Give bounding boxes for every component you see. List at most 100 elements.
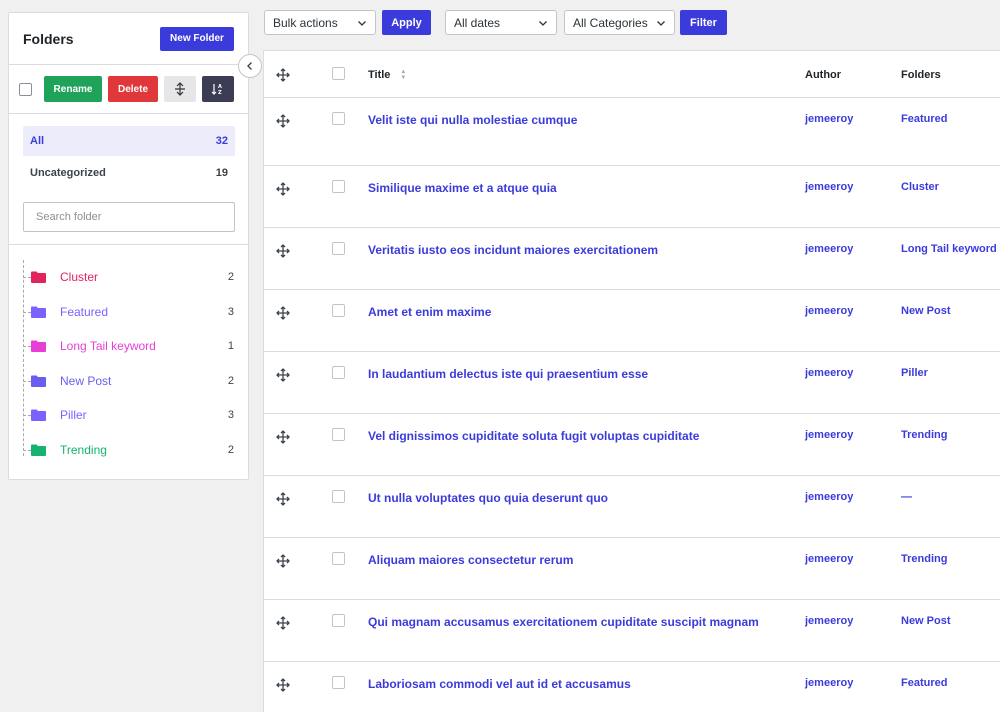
title-column-header[interactable]: Title ▲ ▼ <box>368 51 406 98</box>
sidebar-divider <box>9 244 248 245</box>
post-author-link[interactable]: jemeeroy <box>805 305 853 317</box>
apply-button[interactable]: Apply <box>382 10 431 35</box>
collapse-sidebar-button[interactable] <box>238 54 262 78</box>
post-folder-link[interactable]: Piller <box>901 367 928 379</box>
row-checkbox[interactable] <box>332 112 345 125</box>
post-author-link[interactable]: jemeeroy <box>805 181 853 193</box>
post-title-link[interactable]: Similique maxime et a atque quia <box>368 181 557 195</box>
post-folder-link[interactable]: Trending <box>901 553 947 565</box>
post-author-link[interactable]: jemeeroy <box>805 243 853 255</box>
drag-handle-icon[interactable] <box>276 554 290 568</box>
post-author-link[interactable]: jemeeroy <box>805 615 853 627</box>
post-author-link[interactable]: jemeeroy <box>805 553 853 565</box>
select-all-posts-checkbox[interactable] <box>332 67 345 80</box>
post-folder-link[interactable]: Long Tail keyword <box>901 243 997 255</box>
folder-item[interactable]: Long Tail keyword 1 <box>9 329 248 364</box>
svg-text:Z: Z <box>218 90 222 96</box>
post-folder-link[interactable]: Cluster <box>901 181 939 193</box>
folder-count: 1 <box>227 340 234 353</box>
post-title-link[interactable]: Amet et enim maxime <box>368 305 491 319</box>
post-author-link[interactable]: jemeeroy <box>805 367 853 379</box>
expand-collapse-button[interactable] <box>164 76 196 102</box>
row-checkbox[interactable] <box>332 180 345 193</box>
sort-az-icon: AZ <box>211 84 222 96</box>
post-folder-link[interactable]: Trending <box>901 429 947 441</box>
rename-button[interactable]: Rename <box>44 76 102 102</box>
row-checkbox[interactable] <box>332 304 345 317</box>
table-header: Title ▲ ▼ Author Folders <box>264 51 1000 98</box>
post-folder-link[interactable]: Featured <box>901 113 947 125</box>
row-checkbox[interactable] <box>332 490 345 503</box>
filter-button[interactable]: Filter <box>680 10 727 35</box>
drag-handle-icon[interactable] <box>276 306 290 320</box>
post-author-link[interactable]: jemeeroy <box>805 491 853 503</box>
folder-item[interactable]: New Post 2 <box>9 364 248 399</box>
tree-branch-line <box>23 380 31 382</box>
post-author-link[interactable]: jemeeroy <box>805 113 853 125</box>
drag-handle-icon[interactable] <box>276 182 290 196</box>
author-column-header: Author <box>805 68 842 81</box>
all-folders-item[interactable]: All 32 <box>23 126 235 156</box>
all-label: All <box>30 135 45 147</box>
row-checkbox[interactable] <box>332 552 345 565</box>
post-title-link[interactable]: Veritatis iusto eos incidunt maiores exe… <box>368 243 658 257</box>
post-title-link[interactable]: Laboriosam commodi vel aut id et accusam… <box>368 677 631 691</box>
folder-icon <box>31 306 46 318</box>
folder-count: 3 <box>227 305 234 318</box>
post-folder-link[interactable]: Featured <box>901 677 947 689</box>
row-checkbox[interactable] <box>332 366 345 379</box>
row-checkbox[interactable] <box>332 614 345 627</box>
chevron-down-icon <box>539 20 547 26</box>
sort-button[interactable]: AZ <box>202 76 234 102</box>
delete-button[interactable]: Delete <box>108 76 158 102</box>
table-row: Veritatis iusto eos incidunt maiores exe… <box>264 228 1000 290</box>
uncategorized-item[interactable]: Uncategorized 19 <box>23 159 235 187</box>
categories-select[interactable]: All Categories <box>564 10 675 35</box>
drag-handle-icon[interactable] <box>276 492 290 506</box>
folder-count: 3 <box>227 409 234 422</box>
post-title-link[interactable]: Aliquam maiores consectetur rerum <box>368 553 573 567</box>
post-title-link[interactable]: Qui magnam accusamus exercitationem cupi… <box>368 615 759 629</box>
table-row: Aliquam maiores consectetur rerum jemeero… <box>264 538 1000 600</box>
post-author-link[interactable]: jemeeroy <box>805 429 853 441</box>
post-author-link[interactable]: jemeeroy <box>805 677 853 689</box>
folder-item[interactable]: Piller 3 <box>9 398 248 433</box>
uncategorized-label: Uncategorized <box>30 167 106 179</box>
row-checkbox[interactable] <box>332 428 345 441</box>
row-checkbox[interactable] <box>332 676 345 689</box>
drag-handle-icon[interactable] <box>276 678 290 692</box>
drag-handle-icon[interactable] <box>276 114 290 128</box>
categories-value: All Categories <box>573 15 648 30</box>
dates-select[interactable]: All dates <box>445 10 557 35</box>
drag-handle-icon <box>276 68 290 82</box>
post-title-link[interactable]: Ut nulla voluptates quo quia deserunt qu… <box>368 491 608 505</box>
sidebar-title: Folders <box>23 30 74 47</box>
folder-item[interactable]: Trending 2 <box>9 433 248 468</box>
table-row: Amet et enim maxime jemeeroy New Post <box>264 290 1000 352</box>
folder-icon <box>31 375 46 387</box>
new-folder-button[interactable]: New Folder <box>160 26 234 51</box>
dates-value: All dates <box>454 15 501 30</box>
post-title-link[interactable]: In laudantium delectus iste qui praesent… <box>368 367 648 381</box>
table-row: Ut nulla voluptates quo quia deserunt qu… <box>264 476 1000 538</box>
folder-item[interactable]: Cluster 2 <box>9 260 248 295</box>
post-folder-link[interactable]: New Post <box>901 615 951 627</box>
drag-handle-icon[interactable] <box>276 430 290 444</box>
folder-item[interactable]: Featured 3 <box>9 295 248 330</box>
select-all-folders-checkbox[interactable] <box>19 82 32 96</box>
drag-handle-icon[interactable] <box>276 616 290 630</box>
drag-handle-icon[interactable] <box>276 368 290 382</box>
drag-handle-icon[interactable] <box>276 244 290 258</box>
search-folder-input[interactable] <box>23 202 235 232</box>
row-checkbox[interactable] <box>332 242 345 255</box>
table-row: Laboriosam commodi vel aut id et accusam… <box>264 662 1000 712</box>
tree-branch-line <box>23 311 31 313</box>
post-folder-link[interactable]: New Post <box>901 305 951 317</box>
post-title-link[interactable]: Velit iste qui nulla molestiae cumque <box>368 113 577 127</box>
folders-column-header: Folders <box>901 68 941 81</box>
post-title-link[interactable]: Vel dignissimos cupiditate soluta fugit … <box>368 429 699 443</box>
post-folder-link[interactable]: — <box>901 491 912 503</box>
posts-table: Title ▲ ▼ Author Folders Velit iste qui n… <box>263 50 1000 712</box>
title-header-label: Title <box>368 68 391 81</box>
bulk-actions-select[interactable]: Bulk actions <box>264 10 376 35</box>
